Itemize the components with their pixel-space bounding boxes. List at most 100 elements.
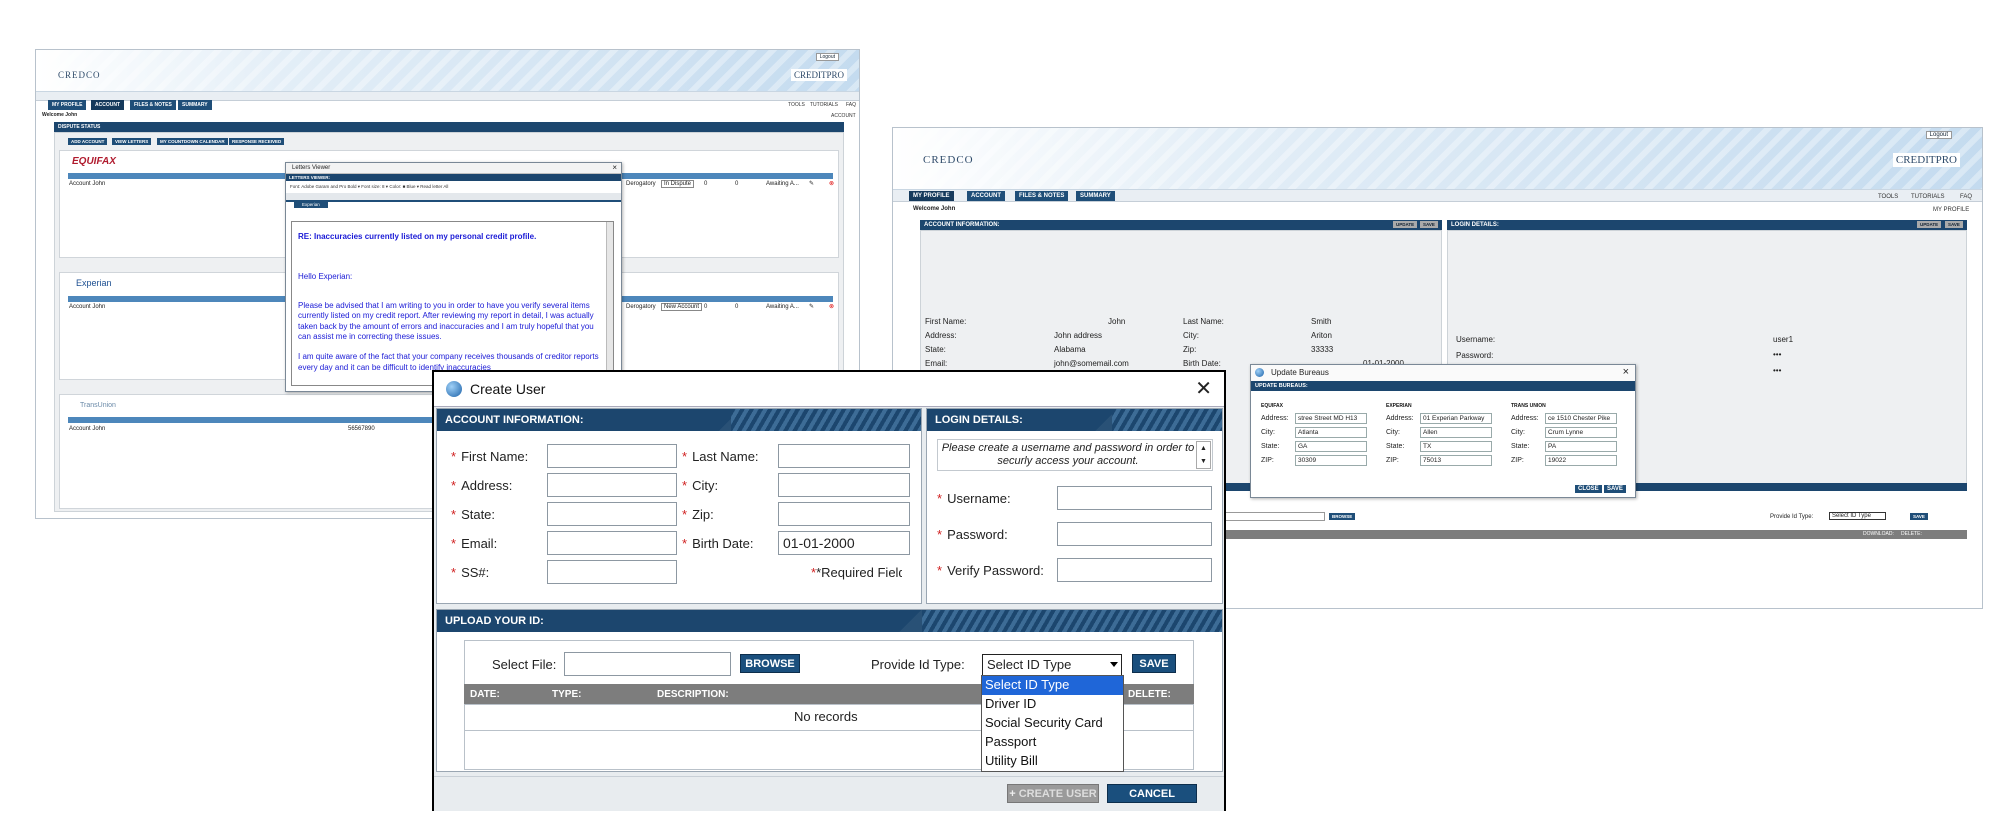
experian-row-state[interactable]: New Account [661, 303, 703, 311]
delete-icon[interactable]: ⊗ [829, 303, 834, 310]
transunion-address-input[interactable]: ce 1510 Chester Pike [1545, 412, 1617, 424]
nav-tutorials[interactable]: TUTORIALS [1911, 194, 1945, 200]
ssn-input[interactable] [547, 560, 677, 584]
cancel-button[interactable]: CANCEL [1107, 784, 1197, 803]
save-id-button[interactable]: SAVE [1132, 654, 1176, 673]
tab-summary[interactable]: SUMMARY [1076, 191, 1115, 201]
zip-label: ZIP: [1261, 456, 1274, 464]
first-name-label: * First Name: [451, 449, 529, 464]
response-received-button[interactable]: RESPONSE RECEIVED [229, 138, 285, 145]
state-label: State: [1386, 442, 1405, 450]
email-input[interactable] [547, 531, 677, 555]
scroll-arrows[interactable]: ▲ ▼ [1196, 441, 1211, 469]
letter-options-bar[interactable]: Font: Adobe Garam and Pro Bold ▾ Font si… [286, 181, 621, 193]
equifax-row-state[interactable]: In Dispute [661, 180, 695, 188]
option-utility-bill[interactable]: Utility Bill [982, 752, 1123, 771]
save-button[interactable]: SAVE [1604, 485, 1626, 493]
add-account-button[interactable]: ADD ACCOUNT [68, 138, 108, 145]
option-driver-id[interactable]: Driver ID [982, 695, 1123, 714]
city-label: * City: [682, 478, 719, 493]
city-input[interactable] [778, 473, 910, 497]
equifax-zip-input[interactable]: 30309 [1295, 454, 1367, 466]
transunion-city-input[interactable]: Crum Lynne [1545, 426, 1617, 438]
nav-tools[interactable]: TOOLS [1878, 194, 1898, 200]
edit-icon[interactable]: ✎ [809, 180, 814, 187]
nav-tools[interactable]: TOOLS [788, 102, 805, 108]
option-select-id-type[interactable]: Select ID Type [982, 676, 1123, 695]
tab-account[interactable]: ACCOUNT [91, 100, 124, 110]
file-input[interactable] [564, 652, 731, 676]
edit-icon[interactable]: ✎ [809, 303, 814, 310]
password-value: ••• [1773, 350, 1782, 359]
option-social-security-card[interactable]: Social Security Card [982, 714, 1123, 733]
option-passport[interactable]: Passport [982, 733, 1123, 752]
browse-button[interactable]: BROWSE [1329, 513, 1356, 520]
close-icon[interactable]: × [612, 163, 617, 172]
city-value: Ariton [1311, 331, 1332, 340]
id-type-select[interactable]: Select ID Type [982, 654, 1122, 676]
credco-logo: CREDCO [58, 70, 101, 80]
zip-input[interactable] [778, 502, 910, 526]
save-button[interactable]: SAVE [1910, 513, 1928, 520]
close-icon[interactable]: ✕ [1195, 376, 1212, 401]
state-input[interactable] [547, 502, 677, 526]
last-name-input[interactable] [778, 444, 910, 468]
tab-experian[interactable]: Experian [294, 201, 328, 208]
page-label: ACCOUNT [831, 113, 856, 119]
equifax-address-input[interactable]: stree Street MD H13 [1295, 412, 1367, 424]
close-icon[interactable]: × [1623, 366, 1629, 378]
equifax-row-status: Derogatory [626, 181, 656, 187]
nav-tutorials[interactable]: TUTORIALS [810, 102, 838, 108]
file-input[interactable] [1213, 512, 1325, 521]
experian-city-input[interactable]: Allen [1420, 426, 1492, 438]
transunion-state-input[interactable]: PA [1545, 440, 1617, 452]
nav-faq[interactable]: FAQ [846, 102, 856, 108]
first-name-label: First Name: [925, 317, 967, 326]
equifax-city-input[interactable]: Atlanta [1295, 426, 1367, 438]
logout-button[interactable]: Logout [1925, 131, 1952, 139]
equifax-column: EQUIFAX Address: stree Street MD H13 City… [1261, 403, 1379, 467]
verify-password-input[interactable] [1057, 558, 1212, 582]
experian-zip-input[interactable]: 75013 [1420, 454, 1492, 466]
transunion-zip-input[interactable]: 19022 [1545, 454, 1617, 466]
tab-files-notes[interactable]: FILES & NOTES [130, 100, 176, 110]
tab-files-notes[interactable]: FILES & NOTES [1015, 191, 1069, 201]
experian-row-b: 0 [735, 304, 739, 310]
first-name-input[interactable] [547, 444, 677, 468]
credco-logo: CREDCO [923, 154, 974, 166]
tab-my-profile[interactable]: MY PROFILE [909, 191, 954, 201]
birth-date-label: Birth Date: [1183, 359, 1221, 368]
welcome-text: Welcome John [42, 112, 78, 118]
equifax-logo: EQUIFAX [72, 156, 116, 167]
col-date: DATE: [470, 689, 500, 700]
letter-scrollbar[interactable] [606, 222, 613, 385]
letters-viewer-header: LETTERS VIEWER: [286, 174, 621, 181]
birth-date-input[interactable]: 01-01-2000 [778, 531, 910, 555]
username-input[interactable] [1057, 486, 1212, 510]
account-info-section: ACCOUNT INFORMATION: * First Name: * Last … [436, 408, 922, 604]
state-value: Alabama [1054, 345, 1086, 354]
tab-account[interactable]: ACCOUNT [967, 191, 1005, 201]
password-input[interactable] [1057, 522, 1212, 546]
experian-address-input[interactable]: 01 Experian Parkway [1420, 412, 1492, 424]
view-letters-button[interactable]: VIEW LETTERS [112, 138, 152, 145]
transunion-logo: TransUnion [80, 402, 116, 409]
experian-state-input[interactable]: TX [1420, 440, 1492, 452]
zip-label: ZIP: [1386, 456, 1399, 464]
save-button[interactable]: SAVE [1420, 221, 1438, 228]
update-button[interactable]: UPDATE [1917, 221, 1942, 228]
nav-faq[interactable]: FAQ [1960, 194, 1972, 200]
equifax-state-input[interactable]: GA [1295, 440, 1367, 452]
browse-button[interactable]: BROWSE [740, 654, 800, 673]
tab-summary[interactable]: SUMMARY [178, 100, 212, 110]
create-user-button[interactable]: + CREATE USER [1007, 784, 1099, 803]
delete-icon[interactable]: ⊗ [829, 180, 834, 187]
save-button[interactable]: SAVE [1945, 221, 1963, 228]
update-button[interactable]: UPDATE [1393, 221, 1418, 228]
logout-button[interactable]: Logout [815, 53, 839, 61]
id-type-select[interactable]: Select ID Type [1829, 512, 1886, 520]
countdown-calendar-button[interactable]: MY COUNTDOWN CALENDAR [157, 138, 228, 145]
close-button[interactable]: CLOSE [1575, 485, 1602, 493]
address-input[interactable] [547, 473, 677, 497]
tab-my-profile[interactable]: MY PROFILE [48, 100, 87, 110]
